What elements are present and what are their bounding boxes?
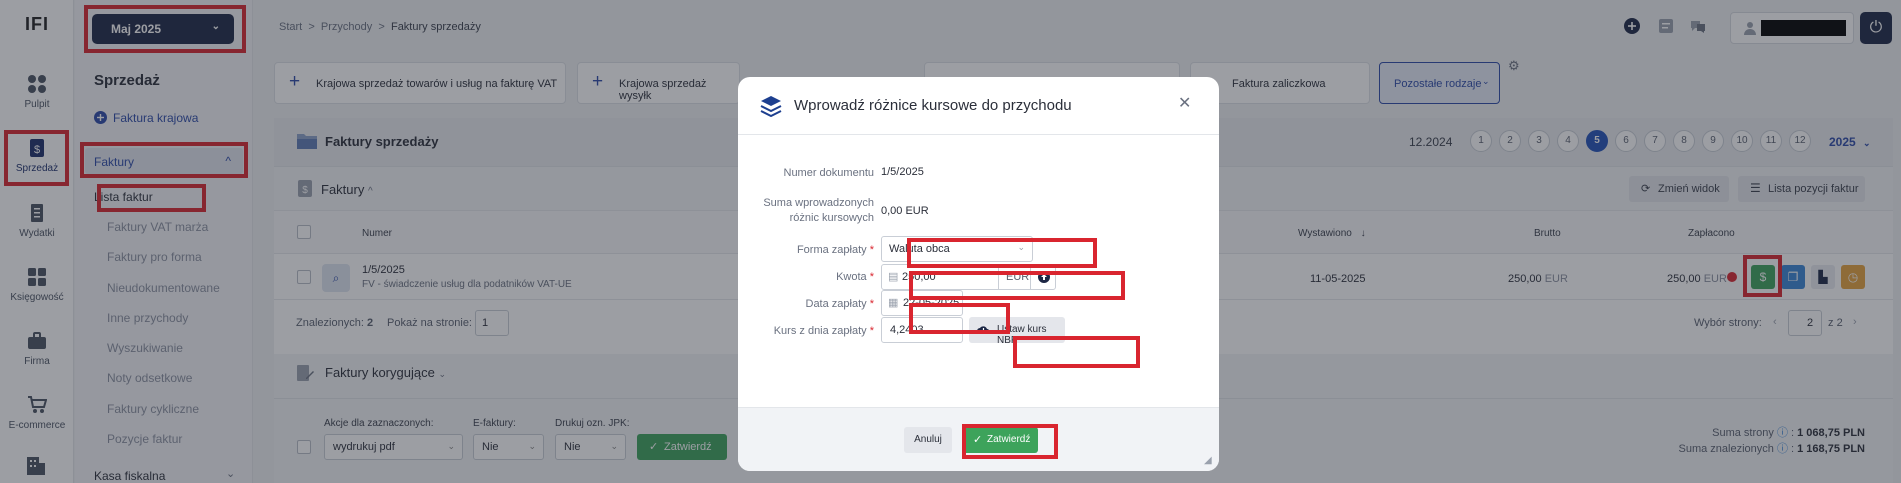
chevron-down-icon: ⌄ <box>1017 242 1025 252</box>
cancel-button[interactable]: Anuluj <box>904 427 952 453</box>
sum-value: 0,00 EUR <box>881 205 929 217</box>
nbp-rate-button[interactable]: Ustaw kurs NBP <box>969 317 1065 346</box>
amount-input[interactable]: ▤ 250,00 EUR <box>881 264 1056 290</box>
payment-form-select[interactable]: Waluta obca ⌄ <box>881 236 1033 262</box>
button-label: Ustaw kurs NBP <box>997 324 1047 346</box>
sum-label-line1: Suma wprowadzonych <box>763 197 874 209</box>
divider <box>998 265 999 289</box>
label-text: Data zapłaty <box>805 298 867 310</box>
rate-input[interactable]: 4,2403 <box>881 317 963 343</box>
check-icon: ✓ <box>973 434 983 446</box>
date-label: Data zapłaty * <box>738 297 875 312</box>
label-text: Forma zapłaty <box>796 244 867 256</box>
exchange-diff-modal: Wprowadź różnice kursowe do przychodu ✕ … <box>738 77 1219 471</box>
rate-value: 4,2403 <box>890 324 924 336</box>
sum-label-line2: różnic kursowych <box>789 212 874 224</box>
divider <box>1030 265 1031 289</box>
form-label: Forma zapłaty * <box>738 243 874 258</box>
modal-title: Wprowadź różnice kursowe do przychodu <box>794 97 1072 114</box>
confirm-button[interactable]: ✓ Zatwierdź <box>963 427 1038 453</box>
required-mark: * <box>869 271 874 283</box>
date-value: 22-05-2025 <box>903 297 960 309</box>
calculator-icon: ▤ <box>888 271 899 283</box>
cloud-download-icon <box>977 326 990 334</box>
doc-label: Numer dokumentu <box>783 167 875 179</box>
date-input[interactable]: ▦ 22-05-2025 <box>881 290 963 316</box>
close-icon[interactable]: ✕ <box>1178 93 1191 113</box>
doc-value: 1/5/2025 <box>881 166 924 178</box>
required-mark: * <box>869 298 874 310</box>
label-text: Kurs z dnia zapłaty <box>773 325 867 337</box>
layers-icon <box>760 96 782 117</box>
resize-handle-icon[interactable]: ◢ <box>1204 455 1212 466</box>
amount-value: 250,00 <box>902 271 936 283</box>
amount-label: Kwota * <box>738 270 874 285</box>
label-text: Kwota <box>836 271 867 283</box>
select-value: Waluta obca <box>889 243 950 255</box>
rate-label: Kurs z dnia zapłaty * <box>738 324 874 339</box>
amount-currency: EUR <box>1006 271 1030 283</box>
calendar-icon: ▦ <box>888 297 899 309</box>
required-mark: * <box>869 325 874 337</box>
arrow-up-circle-icon[interactable] <box>1038 271 1050 283</box>
modal-divider <box>738 134 1219 135</box>
button-label: Zatwierdź <box>987 434 1031 445</box>
required-mark: * <box>869 244 874 256</box>
